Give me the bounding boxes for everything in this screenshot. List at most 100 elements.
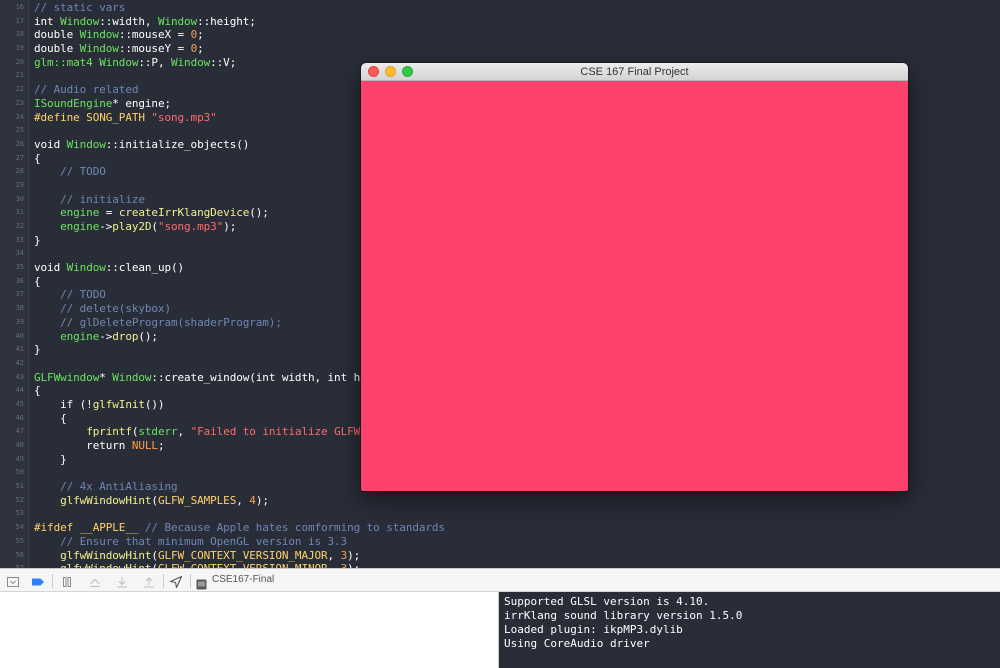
code-token: // initialize — [34, 192, 145, 206]
line-number: 41 — [15, 345, 24, 354]
code-token: ); — [223, 220, 237, 233]
code-text: ISoundEngine* engine; — [34, 97, 171, 111]
code-text: } — [34, 234, 41, 248]
step-out-icon[interactable] — [142, 574, 156, 588]
line-number: 42 — [15, 358, 24, 367]
pause-icon[interactable] — [60, 574, 74, 588]
line-number: 43 — [15, 372, 24, 381]
line-number: 19 — [15, 44, 24, 53]
code-text: } — [34, 453, 67, 467]
code-line[interactable]: 56 glfwWindowHint(GLFW_CONTEXT_VERSION_M… — [0, 549, 1000, 563]
code-text: // 4x AntiAliasing — [34, 480, 178, 494]
line-number: 51 — [15, 482, 24, 491]
line-number: 46 — [15, 413, 24, 422]
line-number: 29 — [15, 180, 24, 189]
line-number: 54 — [15, 523, 24, 532]
code-token: ::mouseX = — [118, 28, 191, 42]
hide-debug-area-icon[interactable] — [6, 574, 20, 588]
code-token: GLFW_SAMPLES — [157, 493, 237, 507]
toolbar-divider — [52, 574, 53, 588]
code-token: { — [34, 151, 41, 165]
code-token: // TODO — [34, 288, 106, 302]
code-line[interactable]: 52 glfwWindowHint(GLFW_SAMPLES, 4); — [0, 494, 1000, 508]
code-token: "Failed to initialize GLFW\n" — [190, 425, 380, 439]
code-token: glfwInit — [92, 397, 145, 411]
code-token: ; — [197, 42, 204, 56]
opengl-window[interactable]: CSE 167 Final Project — [361, 63, 908, 491]
console-line: irrKlang sound library version 1.5.0 — [504, 609, 743, 622]
simulate-location-icon[interactable] — [169, 574, 183, 589]
code-token: ); — [347, 548, 361, 562]
code-token: ()) — [144, 397, 165, 411]
code-token: ; — [157, 439, 165, 452]
step-into-icon[interactable] — [115, 574, 129, 588]
code-line[interactable]: 53 — [0, 507, 1000, 521]
code-line[interactable]: 55 // Ensure that minimum OpenGL version… — [0, 535, 1000, 549]
toolbar-divider — [163, 574, 164, 588]
code-token: { — [34, 274, 41, 288]
code-text: GLFWwindow* Window::create_window(int wi… — [34, 371, 380, 385]
code-token: Window — [60, 14, 100, 28]
code-token: fprintf — [86, 425, 132, 439]
line-number: 40 — [15, 331, 24, 340]
line-number: 21 — [15, 71, 24, 80]
line-number: 26 — [15, 139, 24, 148]
code-line[interactable]: 16 // static vars — [0, 1, 1000, 15]
code-token: -> — [99, 329, 113, 343]
code-token: engine — [60, 220, 100, 233]
code-text: // Audio related — [34, 83, 138, 97]
code-token: , — [177, 425, 191, 439]
code-token: ::initialize_objects() — [105, 137, 250, 151]
toolbar-divider — [190, 574, 191, 588]
code-token: ::mouseY = — [118, 42, 191, 56]
code-token: "song.mp3" — [151, 110, 217, 124]
line-number: 36 — [15, 276, 24, 285]
code-text: engine = createIrrKlangDevice(); — [34, 206, 269, 220]
code-line[interactable]: 18 double Window::mouseX = 0; — [0, 28, 1000, 42]
line-number: 48 — [15, 441, 24, 449]
line-number: 31 — [15, 208, 24, 217]
code-token: if (! — [34, 397, 93, 411]
code-text: if (!glfwInit()) — [34, 398, 164, 412]
code-token: Window — [171, 55, 211, 69]
code-token: #ifdef __APPLE__ — [34, 521, 145, 535]
code-token: ::clean_up() — [105, 261, 185, 275]
code-token: // 4x AntiAliasing — [34, 480, 178, 494]
code-token: { — [34, 411, 67, 425]
console-output[interactable]: Supported GLSL version is 4.10. irrKlang … — [498, 592, 1000, 668]
line-number: 38 — [15, 304, 24, 313]
code-token: GLFW_CONTEXT_VERSION_MAJOR — [157, 548, 328, 562]
code-token: , — [236, 493, 250, 507]
line-number: 16 — [15, 3, 24, 11]
code-text: #ifdef __APPLE__ // Because Apple hates … — [34, 521, 445, 535]
line-number: 49 — [15, 454, 24, 463]
code-token: engine — [60, 329, 100, 343]
code-line[interactable]: 54 #ifdef __APPLE__ // Because Apple hate… — [0, 521, 1000, 535]
line-number: 33 — [15, 235, 24, 244]
code-token: // TODO — [34, 165, 106, 179]
code-token: drop — [112, 329, 139, 343]
step-over-icon[interactable] — [88, 574, 102, 588]
code-token: ::height; — [197, 14, 256, 28]
code-text: fprintf(stderr, "Failed to initialize GL… — [34, 425, 380, 439]
code-line[interactable]: 19 double Window::mouseY = 0; — [0, 42, 1000, 56]
line-number: 56 — [15, 550, 24, 559]
debug-toolbar: CSE167-Final — [0, 568, 1000, 592]
code-text: return NULL; — [34, 439, 164, 453]
render-canvas[interactable] — [361, 81, 908, 491]
code-text: // TODO — [34, 288, 106, 302]
code-token: // glDeleteProgram(shaderProgram); — [34, 315, 282, 329]
variables-view[interactable] — [0, 592, 498, 668]
debug-scheme-label[interactable]: CSE167-Final — [212, 569, 274, 591]
window-titlebar[interactable]: CSE 167 Final Project — [361, 63, 908, 81]
line-number: 34 — [15, 249, 24, 258]
code-text: engine->play2D("song.mp3"); — [34, 220, 236, 234]
code-line[interactable]: 17 int Window::width, Window::height; — [0, 15, 1000, 29]
breakpoints-icon[interactable] — [31, 574, 45, 588]
code-token: * engine; — [112, 96, 171, 110]
code-token: Window — [112, 370, 152, 384]
code-token: ISoundEngine — [34, 96, 113, 110]
code-text: glfwWindowHint(GLFW_SAMPLES, 4); — [34, 494, 269, 508]
